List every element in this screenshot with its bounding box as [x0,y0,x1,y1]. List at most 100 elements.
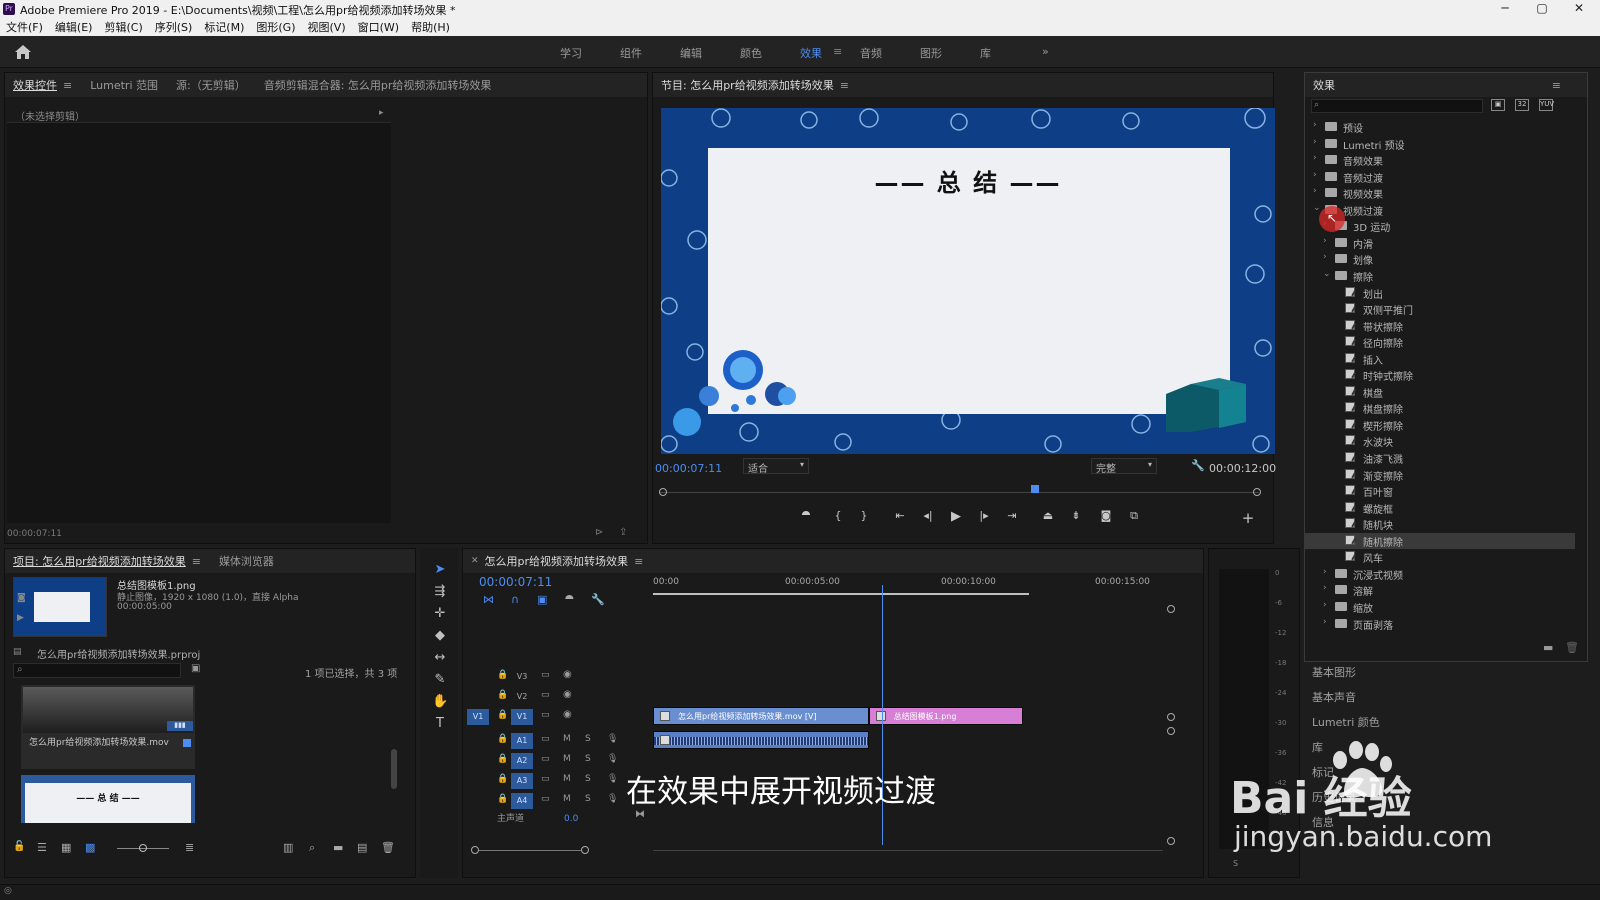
selection-tool-icon[interactable]: ➤ [432,562,448,578]
effects-folder-row[interactable]: › 内滑 [1305,235,1575,251]
workspace-effects[interactable]: 效果 [800,45,822,61]
home-icon[interactable] [14,44,32,60]
program-monitor-title[interactable]: 节目: 怎么用pr给视频添加转场效果 [661,77,834,93]
panel-essential-sound[interactable]: 基本声音 [1312,689,1356,705]
effects-search-input[interactable]: ⌕ [1311,99,1483,113]
track-output-icon[interactable]: ▭ [541,774,550,784]
filter-icon[interactable]: ⊳ [595,527,603,538]
tab-project[interactable]: 项目: 怎么用pr给视频添加转场效果 [13,553,186,569]
chevron-right-icon[interactable]: › [1313,170,1323,180]
effects-item-row[interactable]: 随机块 [1305,516,1575,532]
solo-button[interactable]: S [1233,859,1238,868]
minimize-button[interactable]: ─ [1488,0,1522,18]
fit-dropdown[interactable]: 适合 ▾ [743,458,809,475]
effects-item-row[interactable]: 径向擦除 [1305,334,1575,350]
add-button-icon[interactable]: + [1239,509,1257,527]
video-clip[interactable]: 怎么用pr给视频添加转场效果.mov [V] [653,707,869,725]
solo-button[interactable]: S [585,734,591,744]
new-bin-from-search-icon[interactable]: ▣ [191,663,200,674]
project-scrollbar[interactable] [391,749,397,789]
workspace-graphics[interactable]: 图形 [920,45,942,61]
maximize-button[interactable]: ▢ [1525,0,1559,18]
scrubber-start-handle[interactable] [659,488,667,496]
video-clip[interactable]: 总结图模板1.png [868,707,1023,725]
menu-file[interactable]: 文件(F) [6,19,43,35]
effects-folder-row[interactable]: › 音频效果 [1305,152,1575,168]
lift-icon[interactable]: ⏏ [1039,509,1057,522]
timeline-title[interactable]: 怎么用pr给视频添加转场效果 [485,553,629,569]
effects-folder-row[interactable]: ⌄ 视频过渡 [1305,202,1575,218]
effects-item-row[interactable]: 油漆飞溅 [1305,450,1575,466]
effects-item-row[interactable]: 百叶窗 [1305,483,1575,499]
delete-icon[interactable]: 🗑 [1565,641,1579,654]
snap-icon[interactable]: ⋈ [483,593,494,606]
lock-icon[interactable]: 🔒 [497,774,508,784]
effects-item-row[interactable]: 插入 [1305,351,1575,367]
track-header-a1[interactable]: 🔒 A1 ▭ M S 🎙 [463,731,653,751]
track-header-v1[interactable]: 🔒 V1 ▭ ◉ [463,707,653,727]
lock-icon[interactable]: 🔒 [497,754,508,764]
workspace-color[interactable]: 颜色 [740,45,762,61]
hand-tool-icon[interactable]: ✋ [432,694,448,710]
zoom-handle-left[interactable] [471,846,479,854]
nest-icon[interactable]: ▣ [537,593,547,606]
track-label[interactable]: V3 [511,669,533,685]
workspace-editing[interactable]: 编辑 [680,45,702,61]
expand-arrow-icon[interactable]: ▸ [379,108,384,118]
panel-menu-icon[interactable]: ≡ [634,555,643,568]
tab-lumetri-scopes[interactable]: Lumetri 范围 [90,77,158,93]
track-label[interactable]: A3 [511,773,533,789]
panel-essential-graphics[interactable]: 基本图形 [1312,664,1356,680]
chevron-down-icon[interactable]: ⌄ [1323,269,1333,279]
chevron-right-icon[interactable]: › [1313,153,1323,163]
new-bin-icon[interactable]: ▬ [333,841,343,854]
workspace-learn[interactable]: 学习 [560,45,582,61]
sort-icon[interactable]: ≣ [185,841,194,854]
lock-icon[interactable]: 🔓 [13,841,25,852]
play-preview-icon[interactable]: ▶ [17,613,24,623]
track-output-icon[interactable]: ▭ [541,754,550,764]
mark-out-icon[interactable]: } [855,509,873,522]
track-header-a4[interactable]: 🔒 A4 ▭ M S 🎙 [463,791,653,811]
track-header-v3[interactable]: 🔒 V3 ▭ ◉ [463,667,653,687]
solo-button[interactable]: S [585,754,591,764]
sync-lock-icon[interactable]: ▭ [541,690,550,700]
program-timecode[interactable]: 00:00:07:11 [655,462,722,475]
chevron-right-icon[interactable]: › [1323,567,1333,577]
workspace-audio[interactable]: 音频 [860,45,882,61]
chevron-right-icon[interactable]: › [1323,600,1333,610]
pen-tool-icon[interactable]: ✎ [432,672,448,688]
chevron-right-icon[interactable]: › [1323,583,1333,593]
track-label[interactable]: A2 [511,753,533,769]
eye-icon[interactable]: ◉ [563,709,572,720]
tab-effect-controls[interactable]: 效果控件 [13,77,57,93]
go-to-out-icon[interactable]: ⇥ [1003,509,1021,522]
timeline-timecode[interactable]: 00:00:07:11 [479,575,552,589]
track-label[interactable]: V1 [511,709,533,725]
master-volume-value[interactable]: 0.0 [564,814,578,824]
chevron-right-icon[interactable]: › [1323,236,1333,246]
ripple-edit-tool-icon[interactable]: ✛ [432,606,448,622]
effects-folder-row[interactable]: › Lumetri 预设 [1305,136,1575,152]
workspaces-more-icon[interactable]: » [1042,45,1049,58]
lock-icon[interactable]: 🔒 [497,734,508,744]
zoom-slider-thumb[interactable] [139,844,147,852]
chevron-right-icon[interactable]: › [1323,617,1333,627]
step-forward-icon[interactable]: |▸ [975,509,993,522]
tab-media-browser[interactable]: 媒体浏览器 [219,553,274,569]
scroll-handle[interactable] [1167,727,1175,735]
effects-folder-row[interactable]: › 划像 [1305,251,1575,267]
effects-folder-row[interactable]: ›3D 运动 [1305,218,1575,234]
effects-folder-row[interactable]: › 缩放 [1305,599,1575,615]
effects-folder-row[interactable]: › 沉浸式视频 [1305,566,1575,582]
workspace-libraries[interactable]: 库 [980,45,991,61]
tab-audio-clip-mixer[interactable]: 音频剪辑混合器: 怎么用pr给视频添加转场效果 [264,77,492,93]
scroll-handle[interactable] [1167,837,1175,845]
project-search-input[interactable]: ⌕ [13,663,181,678]
tab-source[interactable]: 源:（无剪辑） [176,77,246,93]
lock-icon[interactable]: 🔒 [497,710,508,720]
project-item-video[interactable]: ▮▮▮ 怎么用pr给视频添加转场效果.mov [21,685,195,769]
mute-button[interactable]: M [563,774,571,784]
effects-folder-row[interactable]: › 溶解 [1305,582,1575,598]
track-output-icon[interactable]: ▭ [541,734,550,744]
